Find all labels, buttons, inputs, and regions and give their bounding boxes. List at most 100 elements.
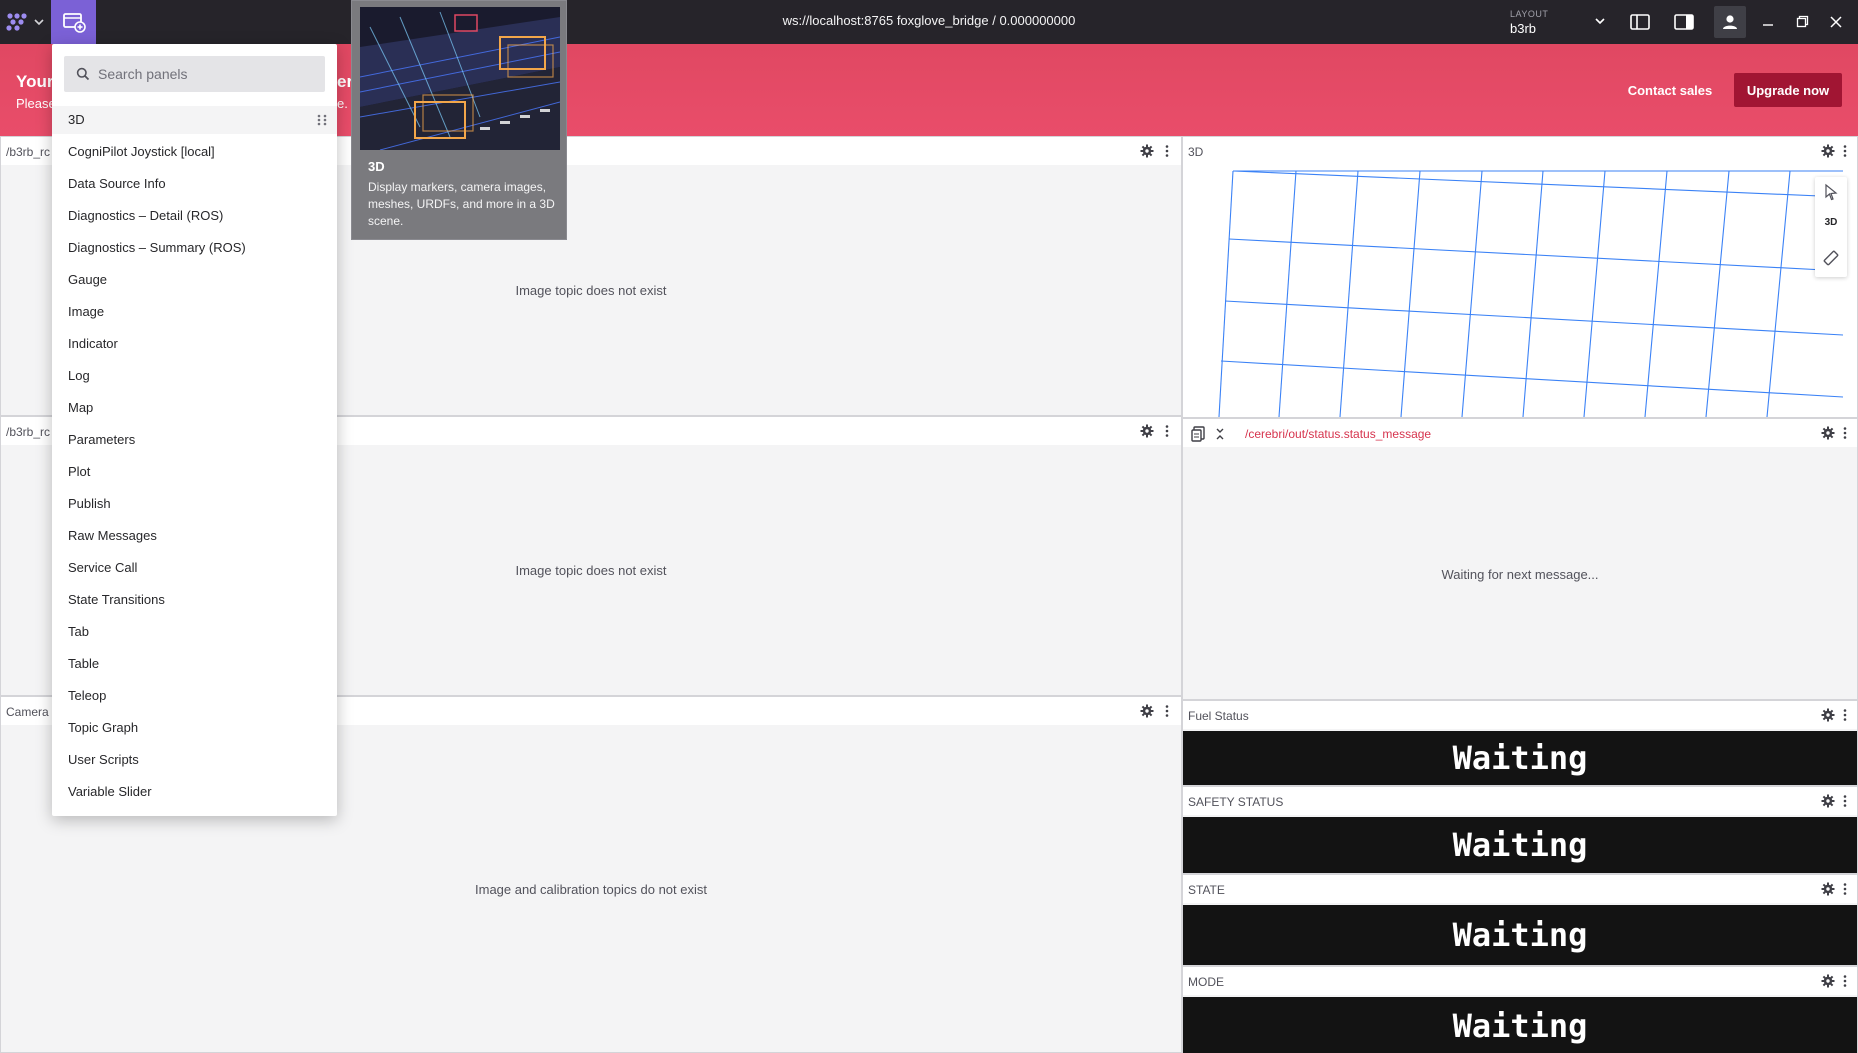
ruler-icon[interactable] (1822, 249, 1840, 267)
upgrade-now-button[interactable]: Upgrade now (1734, 73, 1842, 107)
panel-menu-item[interactable]: Parameters (52, 426, 337, 454)
panel-menu-item-label: Plot (68, 464, 91, 479)
copy-icon[interactable] (1191, 426, 1205, 442)
panel-menu-item[interactable]: Service Call (52, 554, 337, 582)
panel-menu-item-label: Indicator (68, 336, 118, 351)
panel-menu-item[interactable]: Image (52, 298, 337, 326)
panel-menu-item[interactable]: Variable Slider (52, 778, 337, 806)
gear-icon[interactable] (1140, 704, 1154, 718)
indicator-value: Waiting (1183, 817, 1857, 873)
panel-menu-item-label: 3D (68, 112, 85, 127)
collapse-icon[interactable] (1215, 427, 1225, 441)
search-box (64, 56, 325, 92)
search-icon (76, 67, 90, 81)
panel-menu-item[interactable]: Gauge (52, 266, 337, 294)
add-panel-menu: 3D CogniPilot Joystick [local] Data Source… (52, 44, 337, 816)
gear-icon[interactable] (1821, 426, 1835, 440)
panel-title: /b3rb_rc (6, 425, 51, 439)
panel-title: Fuel Status (1188, 709, 1249, 723)
panel-menu-item[interactable]: Log (52, 362, 337, 390)
panel-title: Camera (6, 705, 49, 719)
more-options-icon[interactable] (1841, 794, 1849, 808)
more-options-icon[interactable] (1841, 426, 1849, 440)
preview-description: Display markers, camera images, meshes, … (368, 180, 555, 228)
banner-subtitle-fragment: e. (337, 96, 348, 111)
3d-mode-toggle[interactable]: 3D (1815, 217, 1847, 228)
panel-menu-item[interactable]: User Scripts (52, 746, 337, 774)
3d-panel: 3D 3D (1182, 136, 1858, 418)
gear-icon[interactable] (1821, 794, 1835, 808)
panel-menu-item[interactable]: Diagnostics – Summary (ROS) (52, 234, 337, 262)
top-bar: ws://localhost:8765 foxglove_bridge / 0.… (0, 0, 1858, 44)
topic-path-input[interactable]: /cerebri/out/status.status_message (1245, 427, 1431, 441)
user-account-button[interactable] (1714, 6, 1746, 38)
fuel-status-panel: Fuel Status Waiting (1182, 700, 1858, 786)
raw-messages-panel: /cerebri/out/status.status_message Waiti… (1182, 418, 1858, 700)
more-options-icon[interactable] (1163, 704, 1171, 718)
right-sidebar-toggle-icon[interactable] (1672, 11, 1696, 33)
panel-toolbar: 3D (1183, 137, 1857, 165)
preview-title: 3D (368, 159, 385, 174)
gear-icon[interactable] (1821, 882, 1835, 896)
contact-sales-button[interactable]: Contact sales (1620, 73, 1720, 107)
indicator-value: Waiting (1183, 731, 1857, 785)
panel-toolbar: SAFETY STATUS (1183, 787, 1857, 815)
panel-toolbar: STATE (1183, 875, 1857, 903)
panel-menu-item[interactable]: State Transitions (52, 586, 337, 614)
panel-menu-item-label: Log (68, 368, 90, 383)
3d-grid-viewport[interactable] (1183, 165, 1857, 417)
panel-menu-item[interactable]: Table (52, 650, 337, 678)
gear-icon[interactable] (1140, 144, 1154, 158)
gear-icon[interactable] (1821, 708, 1835, 722)
panel-title: STATE (1188, 883, 1225, 897)
panel-preview-card: 3D Display markers, camera images, meshe… (351, 0, 567, 240)
panel-menu-item-label: Gauge (68, 272, 108, 287)
panel-menu-item[interactable]: 3D (52, 106, 337, 134)
panel-menu-item[interactable]: Plot (52, 458, 337, 486)
minimize-window-icon[interactable] (1756, 11, 1780, 33)
panel-menu-item-label: CogniPilot Joystick [local] (68, 144, 215, 159)
panel-toolbar: MODE (1183, 967, 1857, 995)
panel-menu-item[interactable]: CogniPilot Joystick [local] (52, 138, 337, 166)
gear-icon[interactable] (1821, 144, 1835, 158)
more-options-icon[interactable] (1841, 882, 1849, 896)
panel-toolbar: /cerebri/out/status.status_message (1183, 419, 1857, 447)
waiting-message: Waiting for next message... (1441, 567, 1599, 582)
panel-menu-item-label: Table (68, 656, 100, 671)
panel-menu-item[interactable]: Topic Graph (52, 714, 337, 742)
more-options-icon[interactable] (1163, 424, 1171, 438)
gear-icon[interactable] (1821, 974, 1835, 988)
panel-menu-item[interactable]: Raw Messages (52, 522, 337, 550)
layout-name: b3rb (1510, 21, 1537, 36)
gear-icon[interactable] (1140, 424, 1154, 438)
panel-menu-item-label: Variable Slider (68, 784, 152, 799)
panel-menu-item[interactable]: Diagnostics – Detail (ROS) (52, 202, 337, 230)
panel-menu-item[interactable]: Indicator (52, 330, 337, 358)
panel-menu-item-label: Tab (68, 624, 89, 639)
3d-preview-image (360, 7, 560, 150)
chevron-down-icon (1595, 18, 1605, 25)
more-options-icon[interactable] (1841, 144, 1849, 158)
3d-toolbar: 3D (1815, 177, 1847, 277)
panel-title: 3D (1188, 145, 1204, 159)
panel-menu-item[interactable]: Teleop (52, 682, 337, 710)
select-cursor-icon[interactable] (1823, 183, 1839, 201)
more-options-icon[interactable] (1841, 974, 1849, 988)
more-options-icon[interactable] (1841, 708, 1849, 722)
panel-menu-item[interactable]: Map (52, 394, 337, 422)
left-sidebar-toggle-icon[interactable] (1628, 11, 1652, 33)
panel-menu-item[interactable]: Publish (52, 490, 337, 518)
panel-menu-item-label: Diagnostics – Summary (ROS) (68, 240, 246, 255)
search-panels-input[interactable] (98, 56, 318, 92)
panel-menu-item[interactable]: Tab (52, 618, 337, 646)
layout-selector[interactable]: LAYOUT b3rb (1504, 6, 1608, 38)
close-window-icon[interactable] (1824, 11, 1848, 33)
panel-menu-item-label: Teleop (68, 688, 107, 703)
safety-status-panel: SAFETY STATUS Waiting (1182, 786, 1858, 874)
more-options-icon[interactable] (1163, 144, 1171, 158)
drag-handle-icon[interactable] (317, 114, 327, 126)
panel-menu-item-label: State Transitions (68, 592, 165, 607)
maximize-window-icon[interactable] (1790, 11, 1814, 33)
layout-caption: LAYOUT (1510, 9, 1549, 19)
panel-menu-item[interactable]: Data Source Info (52, 170, 337, 198)
